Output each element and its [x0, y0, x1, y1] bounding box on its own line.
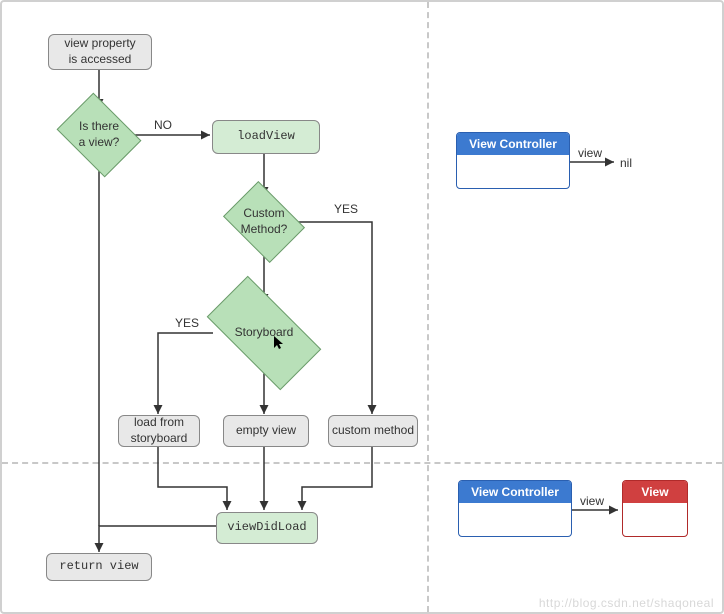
decision-label: Custom Method? [241, 206, 288, 237]
vc-header: View Controller [457, 133, 569, 155]
node-label: loadView [237, 129, 295, 145]
node-view-property-accessed: view property is accessed [48, 34, 152, 70]
view-box: View [622, 480, 688, 537]
edge-label-view-1: view [578, 146, 602, 160]
node-custom-method: custom method [328, 415, 418, 447]
node-return-view: return view [46, 553, 152, 581]
view-header: View [623, 481, 687, 503]
node-loadview: loadView [212, 120, 320, 154]
node-label: return view [59, 559, 138, 575]
horizontal-divider [2, 462, 722, 464]
edge-label-view-2: view [580, 494, 604, 508]
decision-storyboard: Storyboard [213, 305, 315, 361]
vertical-divider [427, 2, 429, 612]
diagram-canvas: view property is accessed Is there a vie… [0, 0, 724, 614]
label-nil: nil [620, 156, 632, 170]
node-label: viewDidLoad [227, 520, 306, 536]
decision-label: Is there a view? [79, 119, 120, 150]
node-label: view property is accessed [64, 36, 135, 67]
node-viewdidload: viewDidLoad [216, 512, 318, 544]
node-load-from-storyboard: load from storyboard [118, 415, 200, 447]
edge-label-no: NO [154, 118, 172, 132]
arrows-layer [2, 2, 724, 614]
edge-label-yes-2: YES [175, 316, 199, 330]
decision-is-there-a-view: Is there a view? [66, 110, 132, 160]
vc-header: View Controller [459, 481, 571, 503]
decision-custom-method: Custom Method? [232, 198, 296, 246]
decision-label: Storyboard [235, 325, 294, 341]
node-label: custom method [332, 423, 414, 439]
view-controller-box-1: View Controller [456, 132, 570, 189]
watermark: http://blog.csdn.net/shaqoneal [539, 596, 714, 610]
node-label: load from storyboard [131, 415, 188, 446]
edge-label-yes: YES [334, 202, 358, 216]
view-controller-box-2: View Controller [458, 480, 572, 537]
node-empty-view: empty view [223, 415, 309, 447]
node-label: empty view [236, 423, 296, 439]
